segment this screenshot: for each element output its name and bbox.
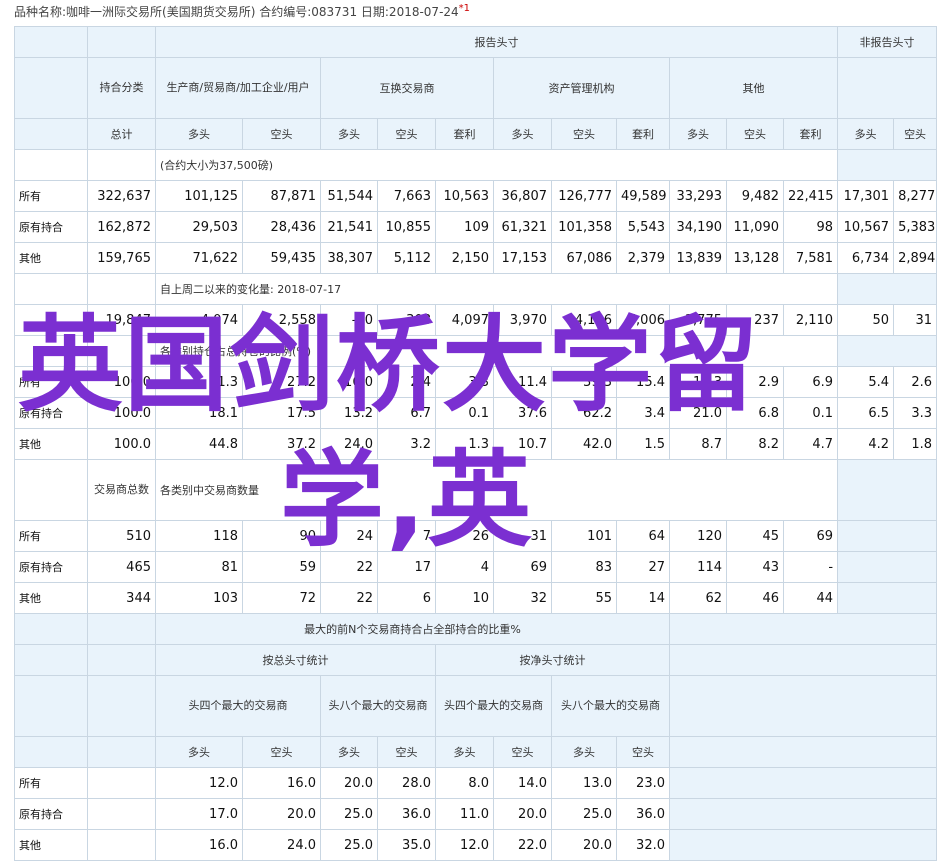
- row-label: 所有: [14, 366, 88, 398]
- table-row: 原有持合 162,872 29,503 28,436 21,541 10,855 109 6…: [14, 211, 938, 243]
- row-label: 其他: [14, 582, 88, 614]
- page-header-info: 品种名称:咖啡一洲际交易所(美国期货交易所) 合约编号:083731 日期:20…: [14, 3, 471, 19]
- table-row: 原有持合 465 81 59 22 17 4 69 83 27 114 43-: [14, 551, 938, 583]
- nonreport-header: 非报告头寸: [837, 26, 938, 58]
- nonreport-short-header: 空头: [893, 118, 938, 150]
- total-header: 总计: [87, 118, 156, 150]
- gross-header: 按总头寸统计: [155, 644, 436, 676]
- row-label: 所有: [14, 767, 88, 799]
- category-header: 持合分类: [87, 57, 156, 119]
- table-row: 原有持合 17.0 20.0 25.0 36.0 11.0 20.0 25.0 36.0: [14, 798, 938, 830]
- report-header: 报告头寸: [154, 26, 839, 58]
- other-header: 其他: [668, 57, 839, 119]
- prod-short-header: 空头: [242, 118, 321, 150]
- net-header: 按净头寸统计: [435, 644, 670, 676]
- dealers-total-label: 交易商总数: [87, 459, 156, 521]
- footnote-mark: *1: [458, 3, 471, 14]
- swap-spread-header: 套利: [435, 118, 494, 150]
- corner-cell: [14, 26, 88, 58]
- cot-report-table: 报告头寸 非报告头寸 持合分类 生产商/贸易商/加工企业/用户 互换交易商 资产…: [14, 26, 938, 861]
- net-top4-header: 头四个最大的交易商: [435, 675, 552, 737]
- row-label: 其他: [14, 242, 88, 274]
- row-label: 原有持合: [14, 551, 88, 583]
- table-row: 其他 16.0 24.0 25.0 35.0 12.0 22.0 20.0 32.0: [14, 829, 938, 861]
- other-long-header: 多头: [669, 118, 727, 150]
- table-row: 所有 510 118 90 24 7 26 31 101 64 120 45 69: [14, 520, 938, 552]
- row-label: 所有: [14, 180, 88, 212]
- table-row: 其他 100.0 44.8 37.2 24.0 3.2 1.3 10.7 42.0 1.5 8.7…: [14, 428, 938, 460]
- table-row: 其他 159,765 71,622 59,435 38,307 5,112 2,150 17…: [14, 242, 938, 274]
- row-label: 所有: [14, 520, 88, 552]
- table-row: 原有持合 100.0 18.1 17.5 13.2 6.7 0.1 37.6 62.2 3.4 2…: [14, 397, 938, 429]
- other-spread-header: 套利: [782, 118, 839, 150]
- gross-top4-header: 头四个最大的交易商: [155, 675, 321, 737]
- asset-header: 资产管理机构: [493, 57, 670, 119]
- asset-long-header: 多头: [493, 118, 552, 150]
- gross-top8-header: 头八个最大的交易商: [320, 675, 436, 737]
- row-label: 原有持合: [14, 211, 88, 243]
- table-row: 所有 12.0 16.0 20.0 28.0 8.0 14.0 13.0 23.0: [14, 767, 938, 799]
- percent-heading: 各类别持仓占总持仓的比例(%): [154, 335, 839, 367]
- producer-header: 生产商/贸易商/加工企业/用户: [155, 57, 321, 119]
- row-label: 其他: [14, 829, 88, 861]
- swap-short-header: 空头: [377, 118, 436, 150]
- row-label: 其他: [14, 428, 88, 460]
- row-label: 原有持合: [14, 798, 88, 830]
- table-row: 所有 322,637 101,125 87,871 51,544 7,663 10,563…: [14, 180, 938, 212]
- row-label: 原有持合: [14, 397, 88, 429]
- asset-short-header: 空头: [551, 118, 617, 150]
- other-short-header: 空头: [726, 118, 784, 150]
- swap-header: 互换交易商: [320, 57, 494, 119]
- asset-spread-header: 套利: [616, 118, 670, 150]
- table-row: 所有 100.0 31.3 27.2 16.0 2.4 3.3 11.4 39.3 15.4 10…: [14, 366, 938, 398]
- table-row: 其他 344 103 72 22 6 10 32 55 14 62 46 44: [14, 582, 938, 614]
- table-row: 19,847 4,074 2,558 -60 -308 4,097 3,970 4,116 7,…: [14, 304, 938, 336]
- swap-long-header: 多头: [320, 118, 378, 150]
- topn-title: 最大的前N个交易商持合占全部持合的比重%: [155, 613, 670, 645]
- prod-long-header: 多头: [155, 118, 243, 150]
- nonreport-long-header: 多头: [837, 118, 895, 150]
- change-since-note: 自上周二以来的变化量: 2018-07-17: [154, 273, 839, 305]
- contract-unit-note: (合约大小为37,500磅): [154, 149, 839, 181]
- dealers-heading: 各类别中交易商数量: [154, 459, 839, 521]
- net-top8-header: 头八个最大的交易商: [551, 675, 670, 737]
